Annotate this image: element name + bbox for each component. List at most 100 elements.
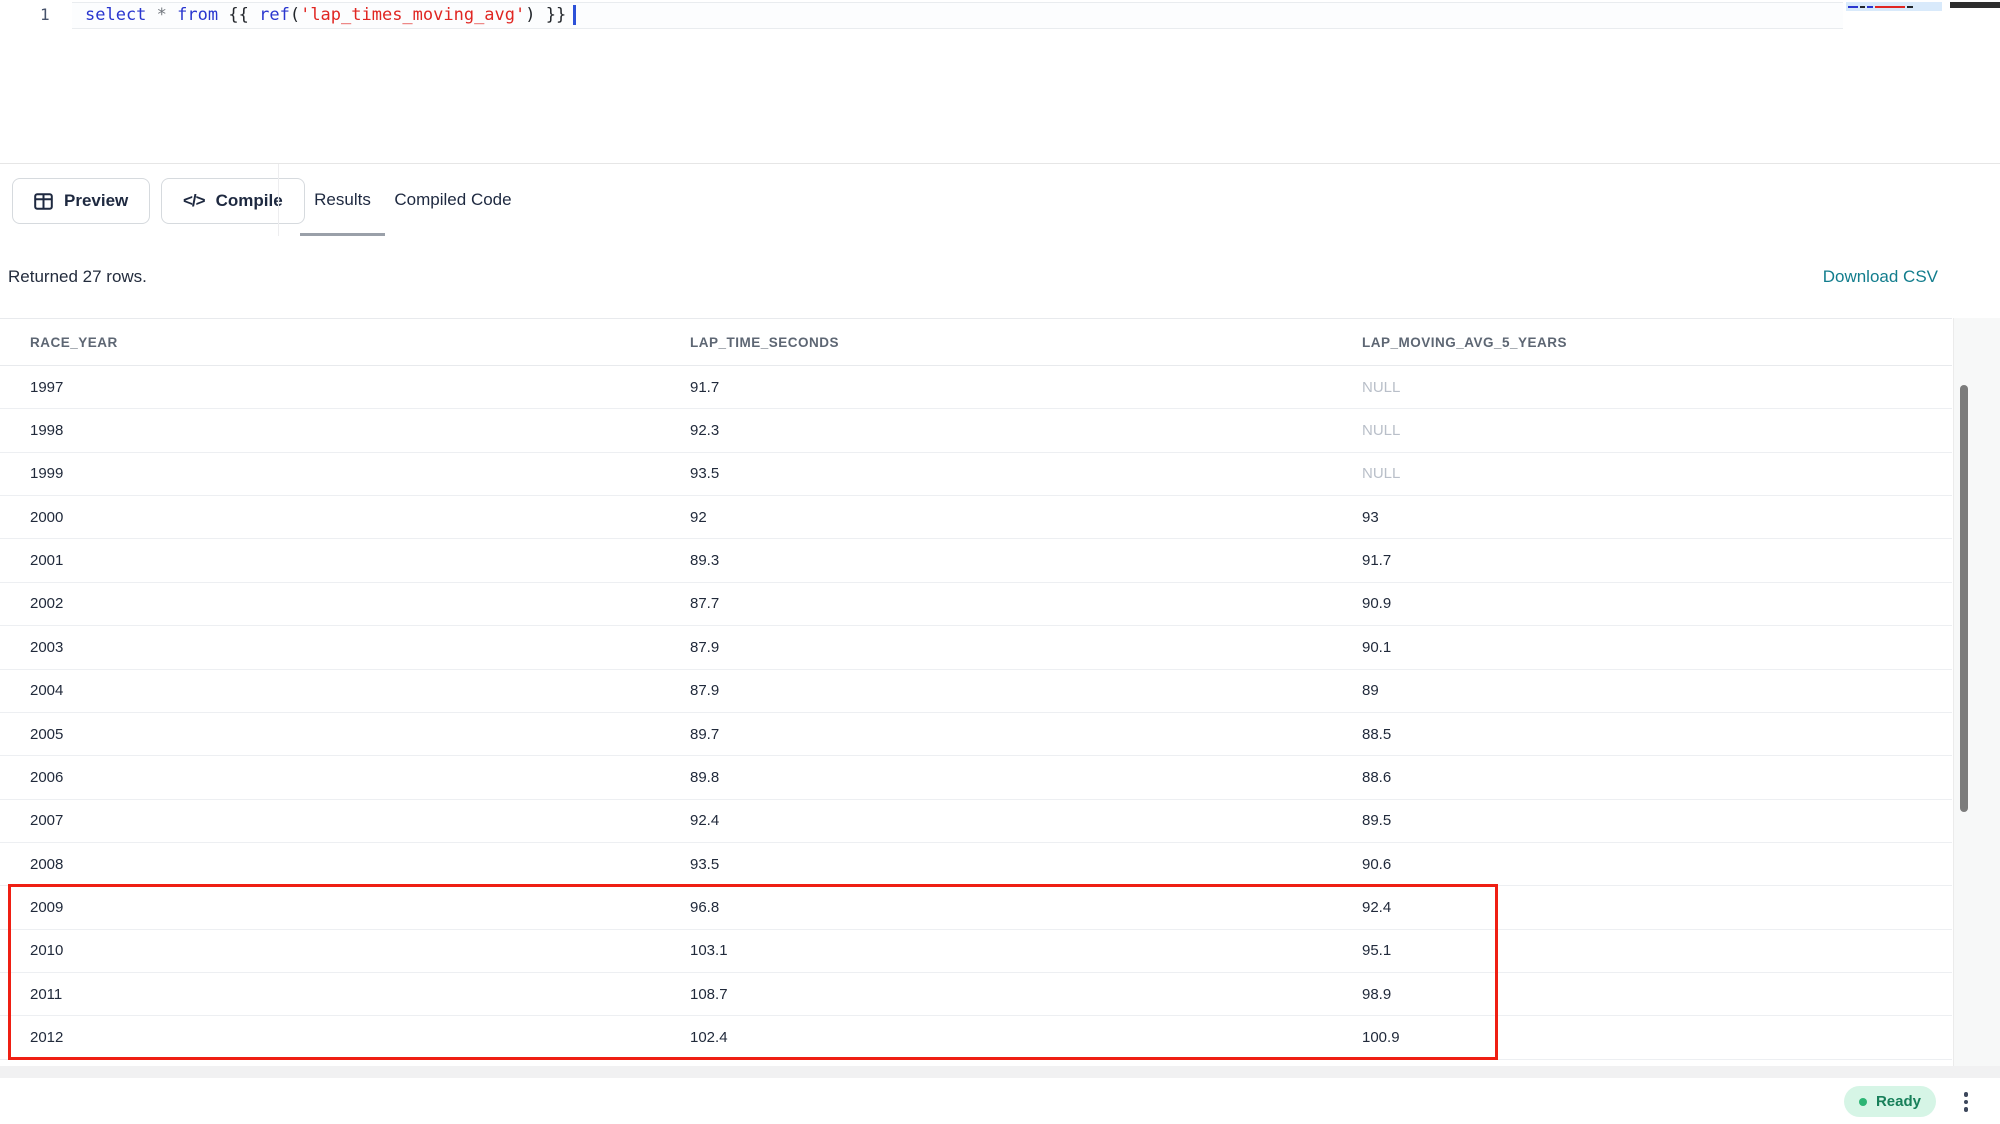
- table-row: 2008 93.5 90.6: [0, 843, 1952, 886]
- cell-race-year: 2007: [30, 800, 63, 842]
- tab-results-label: Results: [314, 190, 371, 210]
- cell-lap-time-seconds: 93.5: [690, 453, 719, 495]
- cell-lap-time-seconds: 87.9: [690, 670, 719, 712]
- toolbar: Preview </> Compile Results Compiled Cod…: [0, 163, 2000, 236]
- cell-lap-moving-avg-5-years: 89.5: [1362, 800, 1391, 842]
- horizontal-scrollbar-track[interactable]: [0, 1066, 2000, 1078]
- table-row: 2002 87.7 90.9: [0, 583, 1952, 626]
- cell-race-year: 2002: [30, 583, 63, 625]
- table-row: 2012 102.4 100.9: [0, 1016, 1952, 1059]
- table-row: 2000 92 93: [0, 496, 1952, 539]
- cell-race-year: 2004: [30, 670, 63, 712]
- ready-status-label: Ready: [1876, 1093, 1921, 1110]
- column-header-lap-moving-avg-5-years: LAP_MOVING_AVG_5_YEARS: [1362, 319, 1567, 366]
- cell-lap-time-seconds: 92.4: [690, 800, 719, 842]
- cell-lap-time-seconds: 96.8: [690, 886, 719, 928]
- toolbar-divider: [278, 164, 279, 236]
- table-row: 1998 92.3 NULL: [0, 409, 1952, 452]
- preview-button[interactable]: Preview: [12, 178, 150, 224]
- cell-lap-time-seconds: 108.7: [690, 973, 728, 1015]
- table-row: 2004 87.9 89: [0, 670, 1952, 713]
- cell-lap-moving-avg-5-years: 92.4: [1362, 886, 1391, 928]
- cell-race-year: 1999: [30, 453, 63, 495]
- cell-lap-moving-avg-5-years: 95.1: [1362, 930, 1391, 972]
- cell-lap-moving-avg-5-years: 91.7: [1362, 539, 1391, 581]
- table-row: 2010 103.1 95.1: [0, 930, 1952, 973]
- returned-rows-text: Returned 27 rows.: [8, 267, 147, 287]
- table-row: 2001 89.3 91.7: [0, 539, 1952, 582]
- cell-race-year: 1997: [30, 366, 63, 408]
- cell-race-year: 2011: [30, 973, 62, 1015]
- table-row: 2009 96.8 92.4: [0, 886, 1952, 929]
- kebab-menu-icon[interactable]: [1958, 1088, 1974, 1116]
- preview-button-label: Preview: [64, 191, 128, 211]
- cell-lap-moving-avg-5-years: 88.5: [1362, 713, 1391, 755]
- minimap-code-segment: [1848, 6, 1858, 8]
- cell-lap-time-seconds: 89.3: [690, 539, 719, 581]
- cell-lap-moving-avg-5-years: NULL: [1362, 366, 1400, 408]
- cell-race-year: 2001: [30, 539, 63, 581]
- cell-lap-moving-avg-5-years: 93: [1362, 496, 1379, 538]
- cell-lap-time-seconds: 102.4: [690, 1016, 728, 1058]
- cell-lap-moving-avg-5-years: 88.6: [1362, 756, 1391, 798]
- minimap-current-line: [1846, 2, 1942, 11]
- cell-lap-time-seconds: 92: [690, 496, 707, 538]
- column-header-lap-time-seconds: LAP_TIME_SECONDS: [690, 319, 839, 366]
- cell-lap-time-seconds: 87.9: [690, 626, 719, 668]
- cell-race-year: 1998: [30, 409, 63, 451]
- tab-compiled-code-label: Compiled Code: [394, 190, 511, 210]
- cell-race-year: 2003: [30, 626, 63, 668]
- minimap-code-segment: [1867, 6, 1873, 8]
- editor-scrollbar-thumb[interactable]: [1950, 2, 2000, 8]
- cell-lap-time-seconds: 103.1: [690, 930, 728, 972]
- table-row: 1999 93.5 NULL: [0, 453, 1952, 496]
- compile-button-label: Compile: [216, 191, 283, 211]
- status-dot-icon: [1859, 1098, 1867, 1106]
- table-row: 1997 91.7 NULL: [0, 366, 1952, 409]
- table-row: 2011 108.7 98.9: [0, 973, 1952, 1016]
- cell-lap-time-seconds: 89.8: [690, 756, 719, 798]
- tab-compiled-code[interactable]: Compiled Code: [393, 164, 513, 236]
- cell-lap-time-seconds: 93.5: [690, 843, 719, 885]
- cell-race-year: 2006: [30, 756, 63, 798]
- vertical-scrollbar-track[interactable]: [1953, 318, 2000, 1072]
- column-header-race-year: RACE_YEAR: [30, 319, 118, 366]
- table-row: 2003 87.9 90.1: [0, 626, 1952, 669]
- code-brackets-icon: </>: [183, 191, 205, 211]
- table-row: 2005 89.7 88.5: [0, 713, 1952, 756]
- cell-race-year: 2012: [30, 1016, 63, 1058]
- text-cursor: [573, 5, 576, 25]
- minimap-code-segment: [1875, 6, 1905, 8]
- sql-code-line[interactable]: select * from {{ ref('lap_times_moving_a…: [85, 4, 576, 27]
- tab-results[interactable]: Results: [300, 164, 385, 236]
- cell-race-year: 2005: [30, 713, 63, 755]
- cell-lap-moving-avg-5-years: 90.9: [1362, 583, 1391, 625]
- results-info-bar: Returned 27 rows. Download CSV: [0, 236, 2000, 318]
- results-table-body: 1997 91.7 NULL 1998 92.3 NULL 1999 93.5 …: [0, 366, 1952, 1060]
- code-editor[interactable]: 1 select * from {{ ref('lap_times_moving…: [0, 0, 2000, 163]
- cell-lap-moving-avg-5-years: NULL: [1362, 453, 1400, 495]
- cell-lap-moving-avg-5-years: 90.1: [1362, 626, 1391, 668]
- minimap-code-segment: [1860, 6, 1865, 8]
- table-row: 2007 92.4 89.5: [0, 800, 1952, 843]
- vertical-scrollbar-thumb[interactable]: [1960, 385, 1968, 812]
- cell-race-year: 2009: [30, 886, 63, 928]
- cell-lap-moving-avg-5-years: 100.9: [1362, 1016, 1400, 1058]
- ready-status-badge: Ready: [1844, 1086, 1936, 1117]
- status-bar: Ready: [0, 1078, 2000, 1124]
- table-grid-icon: [34, 193, 53, 210]
- cell-race-year: 2008: [30, 843, 63, 885]
- table-row: 2006 89.8 88.6: [0, 756, 1952, 799]
- cell-lap-moving-avg-5-years: 90.6: [1362, 843, 1391, 885]
- cell-race-year: 2010: [30, 930, 63, 972]
- editor-minimap[interactable]: [1846, 0, 1942, 36]
- compile-button[interactable]: </> Compile: [161, 178, 305, 224]
- cell-race-year: 2000: [30, 496, 63, 538]
- cell-lap-moving-avg-5-years: 98.9: [1362, 973, 1391, 1015]
- results-table-header: RACE_YEAR LAP_TIME_SECONDS LAP_MOVING_AV…: [0, 318, 1952, 366]
- cell-lap-time-seconds: 87.7: [690, 583, 719, 625]
- download-csv-link[interactable]: Download CSV: [1823, 267, 1938, 287]
- minimap-code-segment: [1907, 6, 1913, 8]
- cell-lap-moving-avg-5-years: NULL: [1362, 409, 1400, 451]
- cell-lap-time-seconds: 89.7: [690, 713, 719, 755]
